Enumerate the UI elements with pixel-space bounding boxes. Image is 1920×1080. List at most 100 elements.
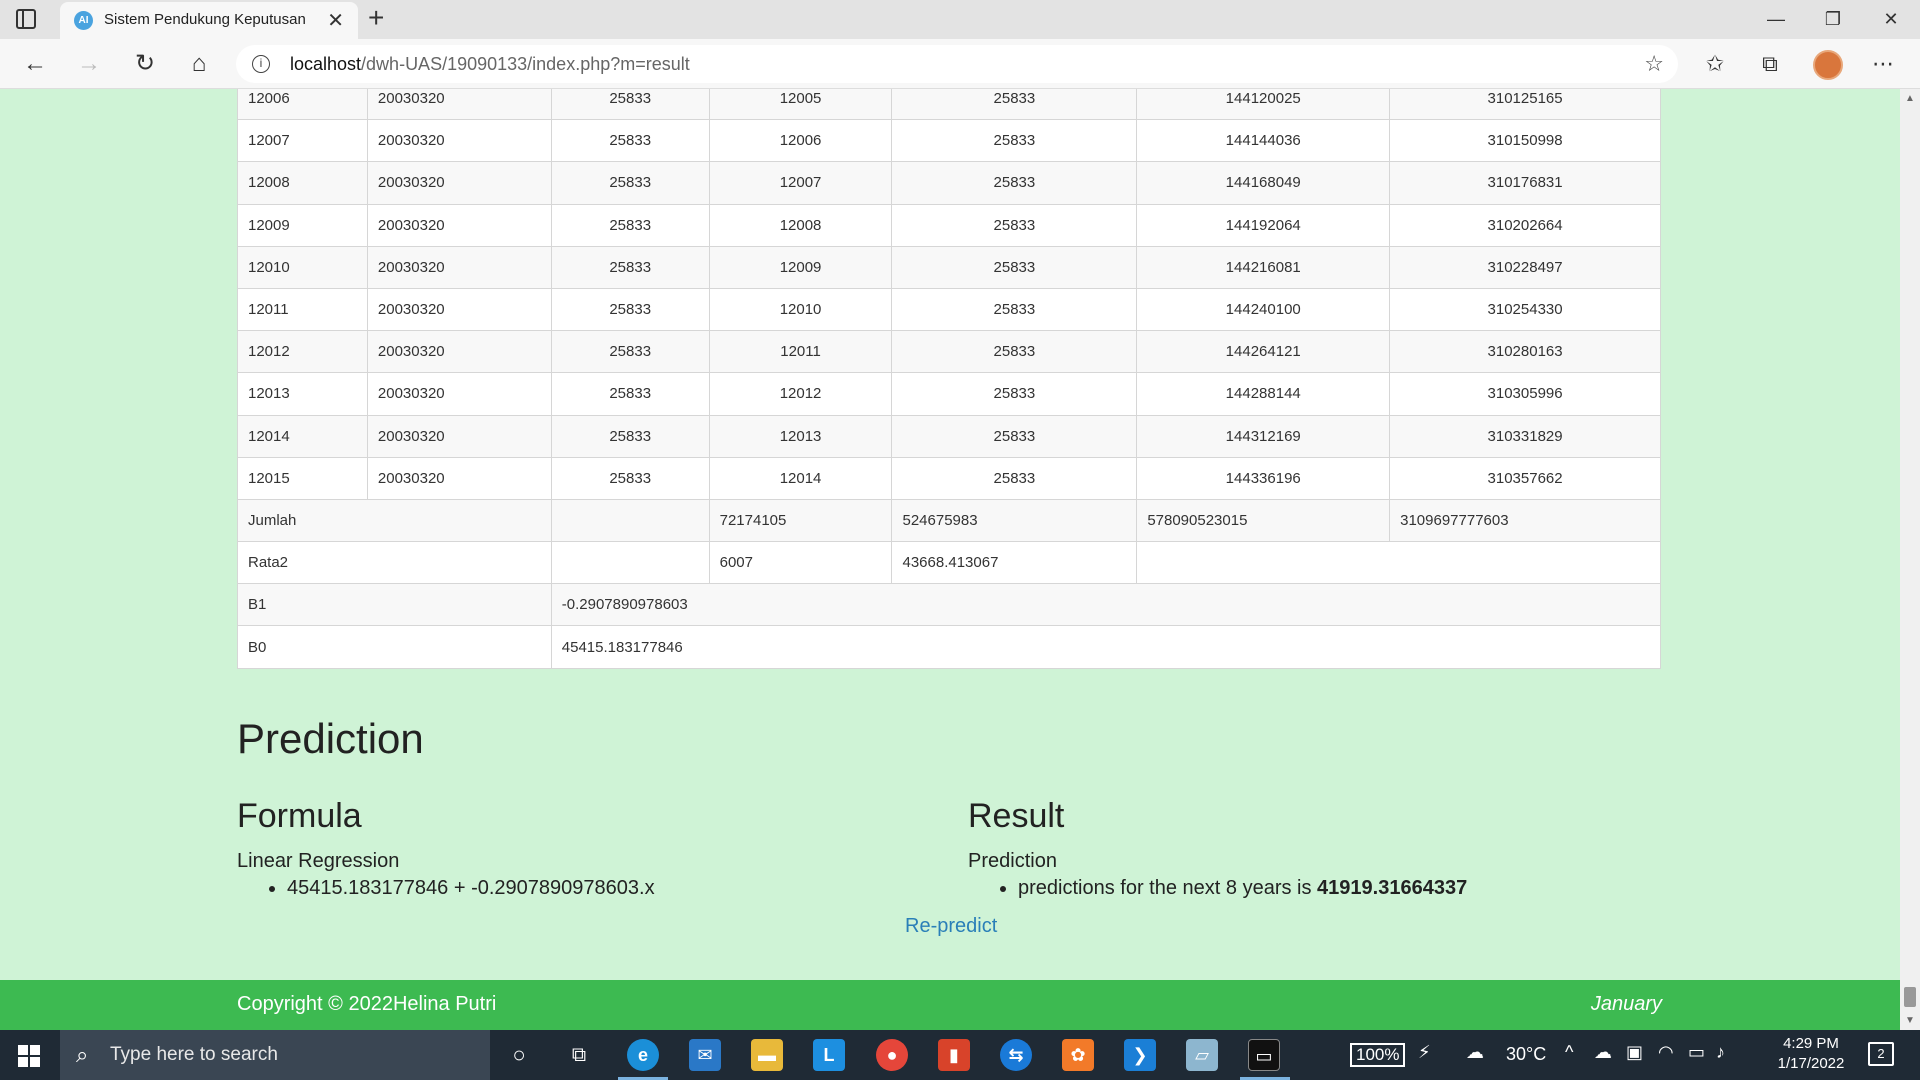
chrome-icon[interactable]: ● [876,1039,908,1071]
b1-value: -0.2907890978603 [550,583,1662,627]
table-cell: 310254330 [1389,287,1661,332]
jumlah-label: Jumlah [237,498,552,543]
table-cell: 25833 [891,89,1138,121]
page-scrollbar[interactable]: ▲ ▼ [1900,89,1920,1030]
file-explorer-icon[interactable]: ▬ [751,1039,783,1071]
office-icon[interactable]: ▮ [938,1039,970,1071]
page-footer: Copyright © 2022Helina Putri January [0,980,1900,1030]
table-row: 12010 20030320 25833 12009 25833 144216081 310… [237,245,1661,289]
jumlah-row: Jumlah 72174105 524675983 578090523015 3… [237,498,1661,543]
browser-tab[interactable]: AI Sistem Pendukung Keputusan ✕ [60,2,358,39]
url-text: localhost/dwh-UAS/19090133/index.php?m=r… [290,54,690,75]
empty-cell [550,541,710,585]
table-row: 12015 20030320 25833 12014 25833 144336196 310… [237,456,1661,500]
cortana-icon[interactable]: ○ [503,1039,535,1071]
onedrive-icon[interactable]: ☁ [1594,1042,1612,1063]
b0-label: B0 [237,625,552,669]
tab-actions-icon[interactable] [16,9,36,29]
battery-indicator[interactable]: 100% [1350,1043,1406,1067]
add-favorite-icon[interactable]: ☆ [1644,51,1664,77]
scroll-up-icon[interactable]: ▲ [1905,93,1915,104]
table-row: 12012 20030320 25833 12011 25833 144264121 310… [237,330,1661,374]
table-cell: 310150998 [1389,119,1661,163]
close-tab-icon[interactable]: ✕ [327,8,344,33]
table-cell: 12008 [708,203,893,247]
volume-icon[interactable]: ♪ [1716,1042,1725,1063]
formula-subtitle: Linear Regression [237,850,400,872]
table-cell: 144336196 [1136,456,1391,500]
edge-icon[interactable]: e [627,1039,659,1071]
b0-row: B0 45415.183177846 [237,625,1662,669]
collections-icon[interactable]: ⧉ [1755,49,1785,79]
table-cell: 12005 [708,89,893,121]
restore-icon[interactable]: ❐ [1810,4,1856,34]
l-app-icon[interactable]: L [813,1039,845,1071]
home-icon[interactable]: ⌂ [184,49,214,79]
page-content: 12006 20030320 25833 12005 25833 144120025 310… [0,89,1900,1030]
notepad-icon[interactable]: ▱ [1186,1039,1218,1071]
vscode-icon[interactable]: ❯ [1124,1039,1156,1071]
table-cell: 25833 [891,414,1138,458]
taskbar-search[interactable]: ⌕ Type here to search [60,1030,490,1080]
scroll-thumb[interactable] [1904,987,1916,1007]
b1-row: B1 -0.2907890978603 [237,583,1662,627]
battery-icon[interactable]: ▭ [1688,1042,1705,1063]
teamviewer-icon[interactable]: ⇆ [1000,1039,1032,1071]
table-row: 12009 20030320 25833 12008 25833 144192064 310… [237,203,1661,247]
task-view-icon[interactable]: ⧉ [563,1039,595,1071]
formula-list: 45415.183177846 + -0.2907890978603.x [287,877,937,900]
formula-section: Formula Linear Regression 45415.18317784… [237,797,937,900]
mail-icon[interactable]: ✉ [689,1039,721,1071]
table-cell: 20030320 [366,203,552,247]
more-options-icon[interactable]: ⋯ [1868,49,1898,79]
table-cell: 12011 [708,330,893,374]
table-cell: 25833 [550,89,710,121]
re-predict-link[interactable]: Re-predict [905,915,997,938]
weather-icon[interactable]: ☁ [1466,1042,1484,1063]
minimize-icon[interactable]: — [1753,4,1799,34]
notification-center-icon[interactable]: 2 [1868,1042,1894,1066]
info-icon[interactable]: i [252,55,270,73]
scroll-down-icon[interactable]: ▼ [1905,1015,1915,1026]
table-cell: 12011 [237,287,368,332]
table-cell: 12013 [237,372,368,416]
site-favicon-icon: AI [74,11,93,30]
show-hidden-icons-icon[interactable]: ^ [1565,1042,1573,1063]
result-text: predictions for the next 8 years is [1018,877,1318,899]
table-cell: 25833 [550,330,710,374]
table-cell: 20030320 [366,330,552,374]
table-cell: 144192064 [1136,203,1391,247]
new-tab-icon[interactable]: + [368,2,384,34]
address-bar[interactable]: i localhost/dwh-UAS/19090133/index.php?m… [236,45,1678,83]
table-cell: 310305996 [1389,372,1661,416]
terminal-icon[interactable]: ▭ [1248,1039,1280,1071]
display-icon[interactable]: ▣ [1626,1042,1643,1063]
close-window-icon[interactable]: ✕ [1868,4,1914,34]
result-subtitle: Prediction [968,850,1057,872]
back-icon[interactable]: ← [20,49,50,79]
weather-temp[interactable]: 30°C [1506,1044,1546,1065]
clock-date: 1/17/2022 [1777,1055,1845,1072]
b0-value: 45415.183177846 [550,625,1662,669]
rata2-label: Rata2 [237,541,552,585]
favorites-icon[interactable]: ✩ [1700,49,1730,79]
forward-icon[interactable]: → [74,49,104,79]
table-row: 12011 20030320 25833 12010 25833 144240100 310… [237,287,1661,332]
profile-avatar[interactable] [1813,50,1843,80]
windows-start-icon[interactable] [18,1045,40,1067]
footer-month: January [1590,993,1662,1015]
regression-table: 12006 20030320 25833 12005 25833 144120025 310… [237,89,1662,669]
rata2-row: Rata2 6007 43668.413067 [237,541,1661,585]
table-cell: 25833 [550,245,710,289]
table-cell: 12012 [708,372,893,416]
taskbar-clock[interactable]: 4:29 PM 1/17/2022 [1766,1034,1856,1074]
xampp-icon[interactable]: ✿ [1062,1039,1094,1071]
table-cell: 12014 [708,456,893,500]
b1-label: B1 [237,583,552,627]
table-cell: 12013 [708,414,893,458]
refresh-icon[interactable]: ↻ [130,49,160,79]
table-cell: 144216081 [1136,245,1391,289]
table-cell: 144168049 [1136,161,1391,205]
result-section: Result Prediction predictions for the ne… [968,797,1668,900]
wifi-icon[interactable]: ◠ [1658,1042,1674,1063]
